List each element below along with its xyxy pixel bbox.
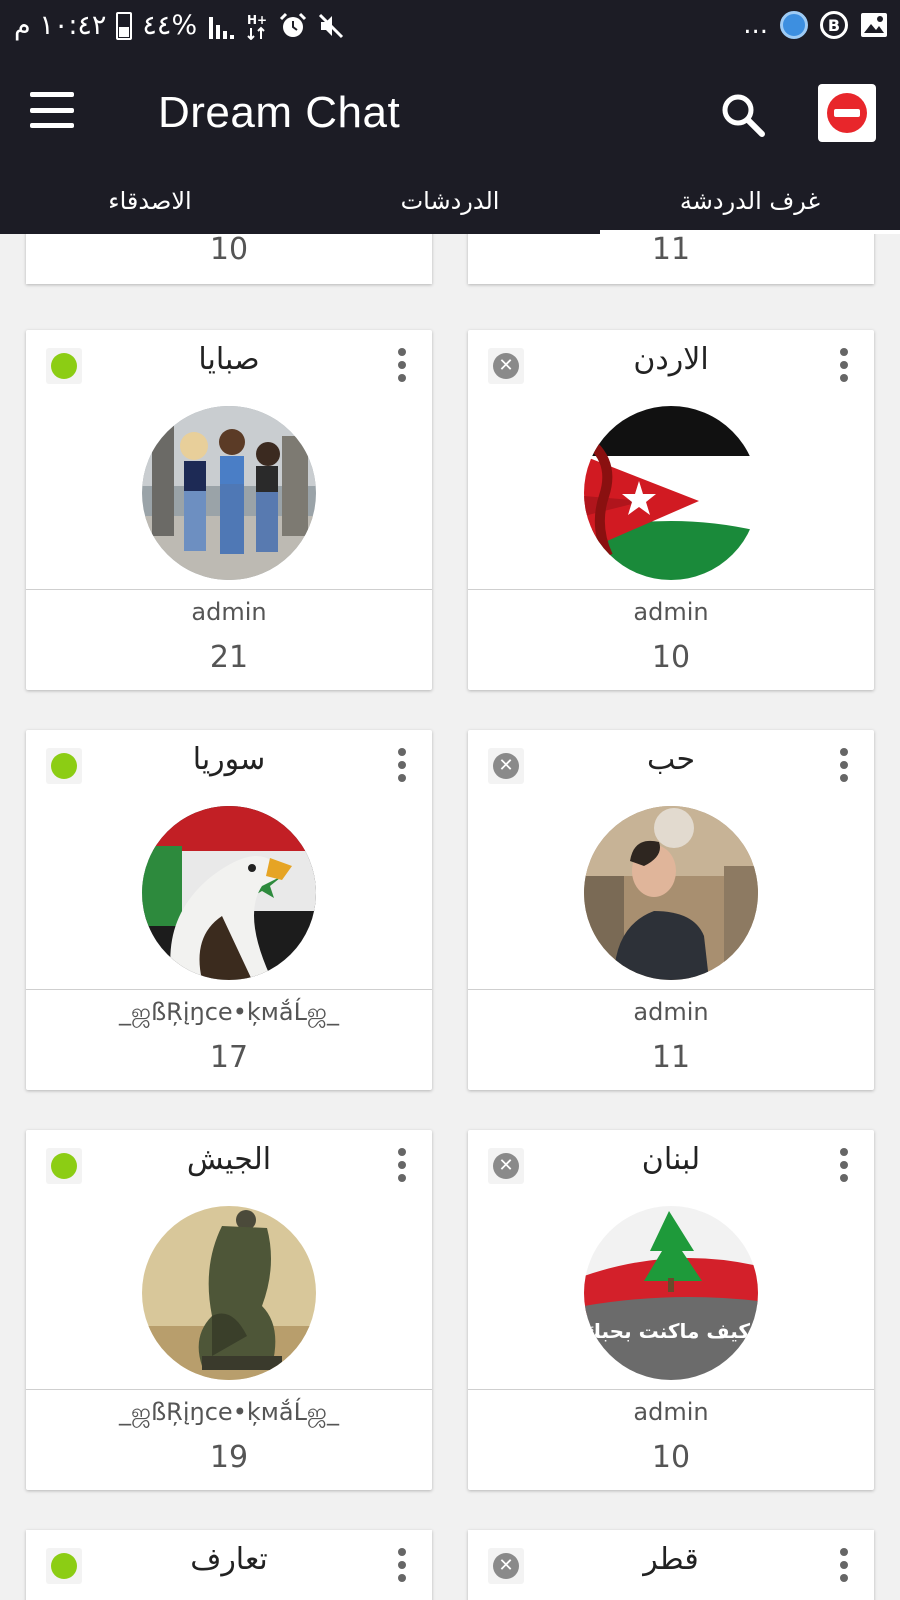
room-card[interactable]: سوريا _ஜßŖįŋce•ķмắĹஜ_ 17 (26, 730, 432, 1090)
room-avatar: كيف ماكنت بحبك! (584, 1206, 758, 1380)
room-user-count: 11 (651, 234, 691, 267)
room-owner: _ஜßŖįŋce•ķмắĹஜ_ (119, 1398, 339, 1426)
tab-bar: الاصدقاء الدردشات غرف الدردشة (0, 174, 900, 234)
b-app-icon: B (820, 11, 848, 39)
room-card[interactable]: ✕ الاردن admin 10 (468, 330, 874, 690)
room-avatar (142, 1206, 316, 1380)
more-vert-icon[interactable] (838, 1548, 850, 1582)
room-user-count: 10 (651, 1440, 691, 1475)
status-bar: ١٠:٤٢ م ٤٤% H+ ... B (0, 0, 900, 54)
data-icon: H+ (247, 13, 267, 40)
rooms-grid: 10 11 صبايا admin 21 ✕ الاردن admin 10 س… (0, 234, 900, 1600)
more-notifications-text: ... (743, 10, 768, 40)
room-avatar (142, 806, 316, 980)
room-name: قطر (643, 1542, 699, 1577)
power-app-icon (780, 11, 808, 39)
app-bar: Dream Chat (0, 54, 900, 174)
room-user-count: 10 (209, 234, 249, 267)
battery-text: ٤٤% (142, 10, 198, 41)
room-name: لبنان (641, 1142, 701, 1177)
room-user-count: 11 (651, 1040, 691, 1075)
svg-text:H+: H+ (247, 13, 267, 27)
more-vert-icon[interactable] (838, 1148, 850, 1182)
room-owner: _ஜßŖįŋce•ķмắĹஜ_ (119, 998, 339, 1026)
room-owner: admin (191, 598, 267, 626)
room-user-count: 21 (209, 640, 249, 675)
room-name: الاردن (633, 342, 709, 377)
more-vert-icon[interactable] (396, 1548, 408, 1582)
room-user-count: 17 (209, 1040, 249, 1075)
room-name: سوريا (192, 742, 266, 777)
room-name: الجيش (186, 1142, 272, 1177)
room-card-partial[interactable]: 11 (468, 234, 874, 284)
app-title: Dream Chat (158, 88, 401, 137)
gallery-icon (861, 13, 887, 37)
room-name: تعارف (190, 1542, 268, 1577)
mute-icon (319, 13, 344, 38)
room-card[interactable]: ✕ حب admin 11 (468, 730, 874, 1090)
room-card[interactable]: ✕ لبنان كيف ماكنت بحبك! admin 10 (468, 1130, 874, 1490)
room-card[interactable]: تعارف (26, 1530, 432, 1600)
status-bar-right: ... B (743, 10, 888, 40)
room-card[interactable]: الجيش _ஜßŖįŋce•ķмắĹஜ_ 19 (26, 1130, 432, 1490)
room-user-count: 10 (651, 640, 691, 675)
room-owner: admin (633, 998, 709, 1026)
room-card-partial[interactable]: 10 (26, 234, 432, 284)
more-vert-icon[interactable] (396, 348, 408, 382)
search-icon[interactable] (718, 90, 766, 138)
room-avatar (584, 406, 758, 580)
tab-chats[interactable]: الدردشات (300, 174, 600, 234)
clock-text: ١٠:٤٢ م (14, 10, 107, 41)
room-owner: admin (633, 598, 709, 626)
room-user-count: 19 (209, 1440, 249, 1475)
battery-icon (116, 11, 133, 40)
block-button[interactable] (818, 84, 876, 142)
room-name: صبايا (198, 342, 260, 377)
room-avatar (142, 406, 316, 580)
alarm-icon (280, 12, 307, 37)
more-vert-icon[interactable] (396, 1148, 408, 1182)
more-vert-icon[interactable] (396, 748, 408, 782)
more-vert-icon[interactable] (838, 748, 850, 782)
room-avatar (584, 806, 758, 980)
room-card[interactable]: صبايا admin 21 (26, 330, 432, 690)
menu-icon[interactable] (30, 92, 74, 128)
more-vert-icon[interactable] (838, 348, 850, 382)
tab-chat-rooms[interactable]: غرف الدردشة (600, 174, 900, 234)
signal-icon (209, 16, 235, 39)
room-owner: admin (633, 1398, 709, 1426)
room-card[interactable]: ✕ قطر (468, 1530, 874, 1600)
lebanon-image-text: كيف ماكنت بحبك! (584, 1319, 758, 1343)
tab-friends[interactable]: الاصدقاء (0, 174, 300, 234)
status-bar-left: ١٠:٤٢ م ٤٤% H+ (14, 10, 345, 41)
room-name: حب (646, 742, 695, 777)
block-icon (827, 93, 867, 133)
